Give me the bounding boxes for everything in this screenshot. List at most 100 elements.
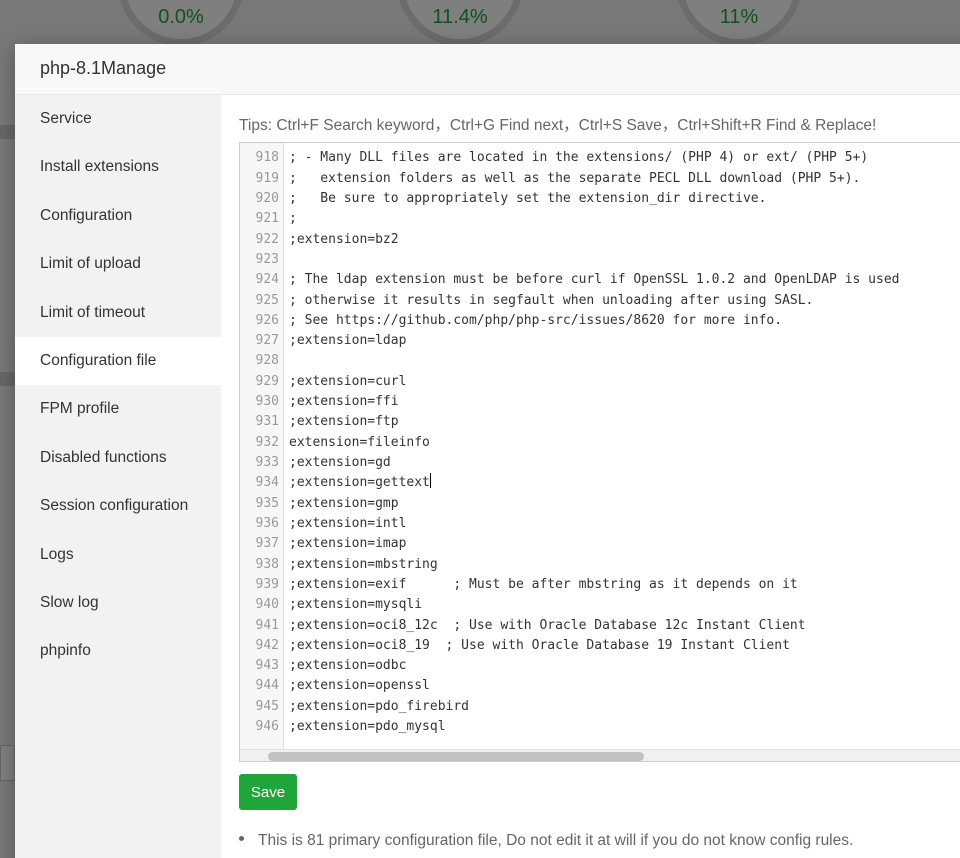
line-number: 937: [255, 536, 279, 552]
line-number: 933: [255, 455, 279, 470]
line-text[interactable]: ; Be sure to appropriately set the exten…: [284, 189, 766, 209]
line-text[interactable]: [284, 250, 289, 270]
line-text[interactable]: ;extension=odbc: [284, 656, 406, 676]
code-line: 933 ;extension=gd: [240, 453, 960, 473]
code-line: 928: [240, 351, 960, 371]
line-number: 932: [255, 434, 279, 450]
horizontal-scrollbar-thumb[interactable]: [268, 752, 644, 761]
code-line: 945 ;extension=pdo_firebird: [240, 697, 960, 717]
code-line: 935 ;extension=gmp: [240, 494, 960, 514]
dialog-header: php-8.1Manage: [15, 44, 960, 95]
line-text[interactable]: ;: [284, 209, 297, 229]
code-line: 939 ;extension=exif ; Must be after mbstr…: [240, 575, 960, 595]
line-number: 922: [255, 231, 279, 247]
code-line: 932 extension=fileinfo: [240, 433, 960, 453]
code-line: 944 ;extension=openssl: [240, 676, 960, 696]
sidebar-item-install-extensions[interactable]: Install extensions: [15, 143, 221, 191]
horizontal-scrollbar[interactable]: [240, 749, 960, 761]
code-line: 919 ; extension folders as well as the se…: [240, 169, 960, 189]
code-line: 936 ;extension=intl: [240, 514, 960, 534]
sidebar-item-configuration[interactable]: Configuration: [15, 192, 221, 240]
line-text[interactable]: ;extension=ftp: [284, 412, 399, 432]
code-line: 938 ;extension=mbstring: [240, 555, 960, 575]
code-line: 937 ;extension=imap: [240, 534, 960, 554]
line-number: 921: [255, 211, 279, 227]
dialog-title: php-8.1Manage: [40, 58, 167, 78]
code-line: 929 ;extension=curl: [240, 372, 960, 392]
line-number: 939: [255, 576, 279, 592]
line-text[interactable]: [284, 351, 289, 371]
line-text[interactable]: ;extension=gmp: [284, 494, 399, 514]
line-number: 925: [255, 292, 279, 308]
line-text[interactable]: ; extension folders as well as the separ…: [284, 169, 860, 189]
sidebar-item-disabled-functions[interactable]: Disabled functions: [15, 434, 221, 482]
code-line: 940 ;extension=mysqli: [240, 595, 960, 615]
code-line: 924 ; The ldap extension must be before c…: [240, 270, 960, 290]
line-number: 946: [255, 719, 279, 735]
line-number: 928: [255, 353, 279, 369]
config-file-panel: Tips: Ctrl+F Search keyword，Ctrl+G Find …: [221, 95, 960, 858]
line-text[interactable]: ;extension=intl: [284, 514, 406, 534]
line-text[interactable]: ;extension=bz2: [284, 230, 399, 250]
code-editor[interactable]: 918 ; - Many DLL files are located in the…: [239, 142, 960, 762]
code-line: 925 ; otherwise it results in segfault wh…: [240, 291, 960, 311]
line-text[interactable]: ; The ldap extension must be before curl…: [284, 270, 899, 290]
line-number: 945: [255, 698, 279, 714]
sidebar-item-limit-of-upload[interactable]: Limit of upload: [15, 240, 221, 288]
code-line: 946 ;extension=pdo_mysql: [240, 717, 960, 737]
line-number: 918: [255, 150, 279, 166]
code-line: 930 ;extension=ffi: [240, 392, 960, 412]
line-text[interactable]: ;extension=curl: [284, 372, 406, 392]
line-text[interactable]: ;extension=oci8_19 ; Use with Oracle Dat…: [284, 636, 790, 656]
line-text[interactable]: ;extension=exif ; Must be after mbstring…: [284, 575, 798, 595]
save-button[interactable]: Save: [239, 774, 297, 810]
line-text[interactable]: ;extension=oci8_12c ; Use with Oracle Da…: [284, 616, 806, 636]
line-text[interactable]: ;extension=mbstring: [284, 555, 438, 575]
line-number: 940: [255, 597, 279, 613]
line-number: 929: [255, 373, 279, 389]
line-text[interactable]: ; otherwise it results in segfault when …: [284, 291, 813, 311]
editor-lines[interactable]: 918 ; - Many DLL files are located in the…: [240, 143, 960, 737]
code-line: 920 ; Be sure to appropriately set the ex…: [240, 189, 960, 209]
line-number: 941: [255, 617, 279, 633]
line-text[interactable]: ;extension=gd: [284, 453, 391, 473]
sidebar-item-logs[interactable]: Logs: [15, 531, 221, 579]
line-number: 938: [255, 556, 279, 572]
code-line: 926 ; See https://github.com/php/php-src/…: [240, 311, 960, 331]
line-number: 943: [255, 658, 279, 674]
line-text[interactable]: ;extension=pdo_firebird: [284, 697, 469, 717]
line-text[interactable]: ; - Many DLL files are located in the ex…: [284, 148, 868, 168]
line-text[interactable]: ;extension=openssl: [284, 676, 430, 696]
line-text[interactable]: ;extension=gettext: [284, 473, 430, 493]
code-line: 918 ; - Many DLL files are located in the…: [240, 148, 960, 168]
sidebar-item-session-configuration[interactable]: Session configuration: [15, 482, 221, 530]
sidebar-item-service[interactable]: Service: [15, 95, 221, 143]
line-number: 935: [255, 495, 279, 511]
line-number: 931: [255, 414, 279, 430]
line-text[interactable]: ; See https://github.com/php/php-src/iss…: [284, 311, 782, 331]
line-number: 919: [255, 170, 279, 186]
line-number: 942: [255, 637, 279, 653]
line-text[interactable]: ;extension=mysqli: [284, 595, 422, 615]
bullet-icon: [239, 836, 244, 842]
line-text[interactable]: extension=fileinfo: [284, 433, 430, 453]
sidebar-item-fpm-profile[interactable]: FPM profile: [15, 385, 221, 433]
line-number: 926: [255, 312, 279, 328]
code-line: 927 ;extension=ldap: [240, 331, 960, 351]
config-note: This is 81 primary configuration file, D…: [239, 832, 853, 850]
line-number: 920: [255, 190, 279, 206]
line-text[interactable]: ;extension=pdo_mysql: [284, 717, 446, 737]
code-line: 922 ;extension=bz2: [240, 230, 960, 250]
sidebar-item-phpinfo[interactable]: phpinfo: [15, 627, 221, 675]
line-text[interactable]: ;extension=ffi: [284, 392, 399, 412]
line-text[interactable]: ;extension=imap: [284, 534, 406, 554]
sidebar-item-configuration-file[interactable]: Configuration file: [15, 336, 221, 386]
code-line: 942 ;extension=oci8_19 ; Use with Oracle …: [240, 636, 960, 656]
config-note-text: This is 81 primary configuration file, D…: [258, 832, 854, 849]
code-line: 943 ;extension=odbc: [240, 656, 960, 676]
line-text[interactable]: ;extension=ldap: [284, 331, 406, 351]
sidebar-item-slow-log[interactable]: Slow log: [15, 579, 221, 627]
code-line: 921;: [240, 209, 960, 229]
text-cursor: [429, 473, 431, 489]
sidebar-item-limit-of-timeout[interactable]: Limit of timeout: [15, 289, 221, 337]
